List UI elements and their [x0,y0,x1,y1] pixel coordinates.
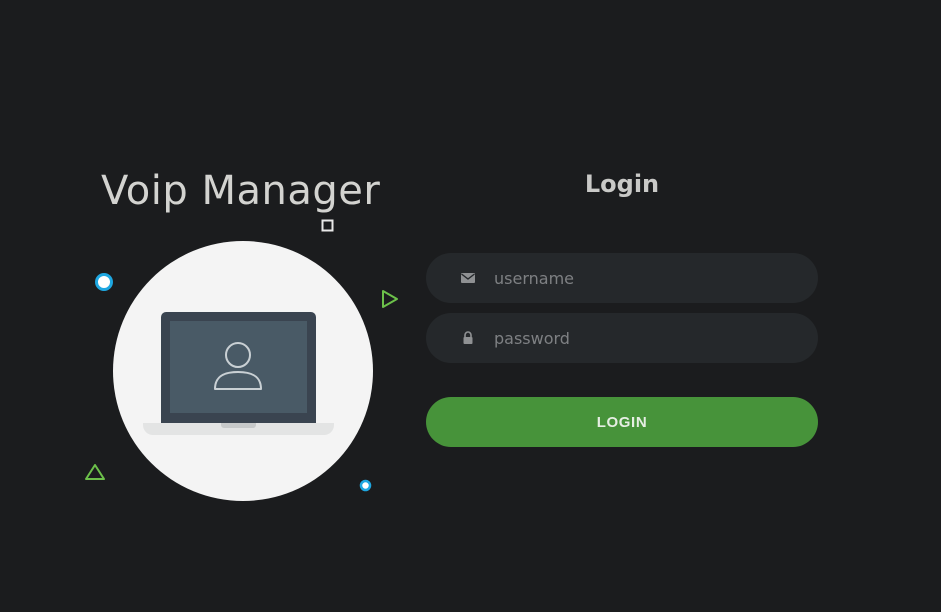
deco-dot-icon [359,479,372,492]
deco-ring-icon [95,273,113,291]
lock-icon [463,331,473,344]
user-icon [214,342,262,390]
brand-title: Voip Manager [101,168,381,214]
deco-play-triangle-icon [382,290,398,308]
username-input[interactable] [494,253,794,303]
login-page: Voip Manager Login LOGIN [0,0,941,612]
username-field[interactable] [426,253,818,303]
login-button[interactable]: LOGIN [426,397,818,447]
login-heading: Login [584,170,660,198]
password-field[interactable] [426,313,818,363]
password-input[interactable] [494,313,794,363]
deco-square-icon [321,219,334,232]
envelope-icon [461,273,475,283]
laptop-notch [221,423,256,428]
deco-triangle-icon [85,464,105,480]
